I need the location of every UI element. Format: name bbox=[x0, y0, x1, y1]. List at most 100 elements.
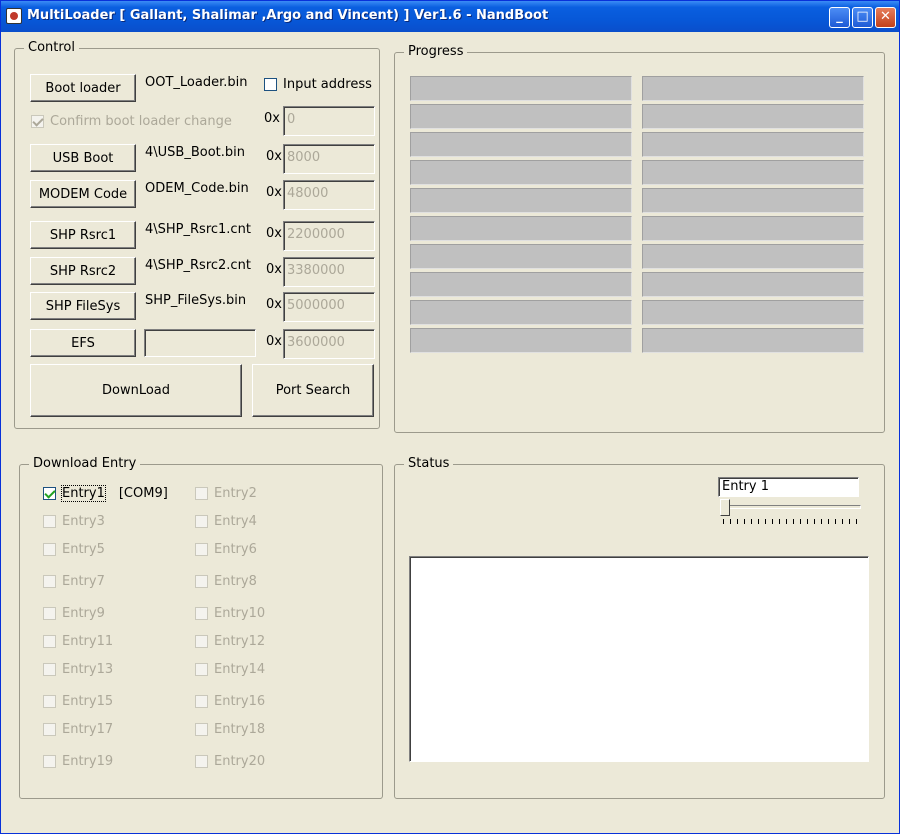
shp-rsrc2-file-path[interactable]: 4\SHP_Rsrc2.cnt bbox=[145, 257, 257, 285]
shp-rsrc1-address-field[interactable]: 2200000 bbox=[283, 221, 375, 251]
progress-bar-17 bbox=[410, 300, 632, 325]
app-icon[interactable] bbox=[6, 8, 22, 24]
main-window: MultiLoader [ Gallant, Shalimar ,Argo an… bbox=[0, 0, 900, 834]
modem-code-file-path[interactable]: ODEM_Code.bin bbox=[145, 180, 257, 208]
entry-checkbox-10[interactable]: Entry10 bbox=[195, 606, 265, 621]
entry-label-13: Entry13 bbox=[62, 662, 114, 677]
download-entry-group-label: Download Entry bbox=[29, 456, 141, 472]
entry-label-9: Entry9 bbox=[62, 606, 105, 621]
port-search-button[interactable]: Port Search bbox=[252, 364, 374, 417]
entry-check-box-4[interactable] bbox=[195, 515, 208, 528]
entry-check-box-8[interactable] bbox=[195, 575, 208, 588]
entry-label-5: Entry5 bbox=[62, 542, 105, 557]
entry-check-box-7[interactable] bbox=[43, 575, 56, 588]
entry-checkbox-20[interactable]: Entry20 bbox=[195, 754, 265, 769]
entry-checkbox-8[interactable]: Entry8 bbox=[195, 574, 257, 589]
entry-checkbox-3[interactable]: Entry3 bbox=[43, 514, 105, 529]
progress-bar-3 bbox=[410, 104, 632, 129]
entry-check-box-6[interactable] bbox=[195, 543, 208, 556]
entry-check-box-10[interactable] bbox=[195, 607, 208, 620]
entry-check-box-3[interactable] bbox=[43, 515, 56, 528]
confirm-boot-loader-check-box[interactable] bbox=[31, 115, 44, 128]
entry-checkbox-5[interactable]: Entry5 bbox=[43, 542, 105, 557]
efs-button[interactable]: EFS bbox=[30, 329, 136, 357]
minimize-button[interactable]: _ bbox=[829, 7, 850, 28]
entry-checkbox-4[interactable]: Entry4 bbox=[195, 514, 257, 529]
entry-checkbox-7[interactable]: Entry7 bbox=[43, 574, 105, 589]
entry-check-box-14[interactable] bbox=[195, 663, 208, 676]
entry-check-box-17[interactable] bbox=[43, 723, 56, 736]
entry-check-box-20[interactable] bbox=[195, 755, 208, 768]
progress-bar-9 bbox=[410, 188, 632, 213]
entry-slider-ticks bbox=[723, 519, 861, 524]
entry-checkbox-1[interactable]: Entry1 [COM9] bbox=[43, 485, 168, 502]
boot-loader-file-path[interactable]: OOT_Loader.bin bbox=[145, 74, 257, 102]
progress-bar-11 bbox=[410, 216, 632, 241]
entry-label-20: Entry20 bbox=[214, 754, 266, 769]
entry-checkbox-17[interactable]: Entry17 bbox=[43, 722, 113, 737]
entry-checkbox-15[interactable]: Entry15 bbox=[43, 694, 113, 709]
shp-rsrc2-button[interactable]: SHP Rsrc2 bbox=[30, 257, 136, 285]
shp-rsrc1-file-path[interactable]: 4\SHP_Rsrc1.cnt bbox=[145, 221, 257, 249]
input-address-checkbox[interactable]: Input address bbox=[264, 77, 372, 92]
progress-bar-2 bbox=[642, 76, 864, 101]
entry-checkbox-18[interactable]: Entry18 bbox=[195, 722, 265, 737]
entry-check-box-13[interactable] bbox=[43, 663, 56, 676]
entry-check-box-15[interactable] bbox=[43, 695, 56, 708]
shp-filesys-file-path[interactable]: SHP_FileSys.bin bbox=[145, 292, 257, 320]
entry-checkbox-14[interactable]: Entry14 bbox=[195, 662, 265, 677]
shp-rsrc2-address-field[interactable]: 3380000 bbox=[283, 257, 375, 287]
entry-checkbox-2[interactable]: Entry2 bbox=[195, 486, 257, 501]
modem-code-button[interactable]: MODEM Code bbox=[30, 180, 136, 208]
confirm-boot-loader-checkbox[interactable]: Confirm boot loader change bbox=[31, 114, 232, 129]
entry-label-17: Entry17 bbox=[62, 722, 114, 737]
progress-bar-13 bbox=[410, 244, 632, 269]
close-button[interactable]: ✕ bbox=[875, 7, 896, 28]
entry-check-box-5[interactable] bbox=[43, 543, 56, 556]
usb-boot-address-field[interactable]: 8000 bbox=[283, 144, 375, 174]
entry-label-11: Entry11 bbox=[62, 634, 114, 649]
boot-loader-address-field[interactable]: 0 bbox=[283, 106, 375, 136]
shp-rsrc1-hex-prefix: 0x bbox=[266, 226, 282, 241]
usb-boot-file-path[interactable]: 4\USB_Boot.bin bbox=[145, 144, 257, 172]
boot-loader-hex-prefix: 0x bbox=[264, 111, 280, 126]
shp-rsrc1-button[interactable]: SHP Rsrc1 bbox=[30, 221, 136, 249]
maximize-button[interactable]: □ bbox=[852, 7, 873, 28]
entry-checkbox-19[interactable]: Entry19 bbox=[43, 754, 113, 769]
entry-check-box-19[interactable] bbox=[43, 755, 56, 768]
entry-checkbox-12[interactable]: Entry12 bbox=[195, 634, 265, 649]
entry-check-box-16[interactable] bbox=[195, 695, 208, 708]
entry-checkbox-9[interactable]: Entry9 bbox=[43, 606, 105, 621]
title-bar[interactable]: MultiLoader [ Gallant, Shalimar ,Argo an… bbox=[1, 1, 899, 32]
usb-boot-button[interactable]: USB Boot bbox=[30, 144, 136, 172]
entry-slider-track[interactable] bbox=[723, 505, 861, 509]
progress-bar-12 bbox=[642, 216, 864, 241]
entry-port-1: [COM9] bbox=[118, 486, 168, 501]
entry-label-10: Entry10 bbox=[214, 606, 266, 621]
efs-file-path[interactable] bbox=[144, 329, 256, 357]
entry-check-box-18[interactable] bbox=[195, 723, 208, 736]
entry-slider-thumb[interactable] bbox=[720, 499, 730, 516]
boot-loader-button[interactable]: Boot loader bbox=[30, 74, 136, 102]
entry-checkbox-11[interactable]: Entry11 bbox=[43, 634, 113, 649]
shp-filesys-button[interactable]: SHP FileSys bbox=[30, 292, 136, 320]
progress-bar-18 bbox=[642, 300, 864, 325]
modem-code-address-field[interactable]: 48000 bbox=[283, 180, 375, 210]
entry-label-16: Entry16 bbox=[214, 694, 266, 709]
status-entry-field[interactable]: Entry 1 bbox=[718, 477, 859, 497]
control-group-label: Control bbox=[24, 40, 79, 56]
download-button[interactable]: DownLoad bbox=[30, 364, 242, 417]
entry-checkbox-6[interactable]: Entry6 bbox=[195, 542, 257, 557]
entry-check-box-11[interactable] bbox=[43, 635, 56, 648]
entry-check-box-2[interactable] bbox=[195, 487, 208, 500]
entry-check-box-1[interactable] bbox=[43, 487, 56, 500]
entry-checkbox-16[interactable]: Entry16 bbox=[195, 694, 265, 709]
status-log[interactable] bbox=[409, 556, 869, 762]
entry-check-box-12[interactable] bbox=[195, 635, 208, 648]
entry-checkbox-13[interactable]: Entry13 bbox=[43, 662, 113, 677]
progress-group-label: Progress bbox=[404, 44, 468, 60]
efs-address-field[interactable]: 3600000 bbox=[283, 329, 375, 359]
input-address-check-box[interactable] bbox=[264, 78, 277, 91]
shp-filesys-address-field[interactable]: 5000000 bbox=[283, 292, 375, 322]
entry-check-box-9[interactable] bbox=[43, 607, 56, 620]
